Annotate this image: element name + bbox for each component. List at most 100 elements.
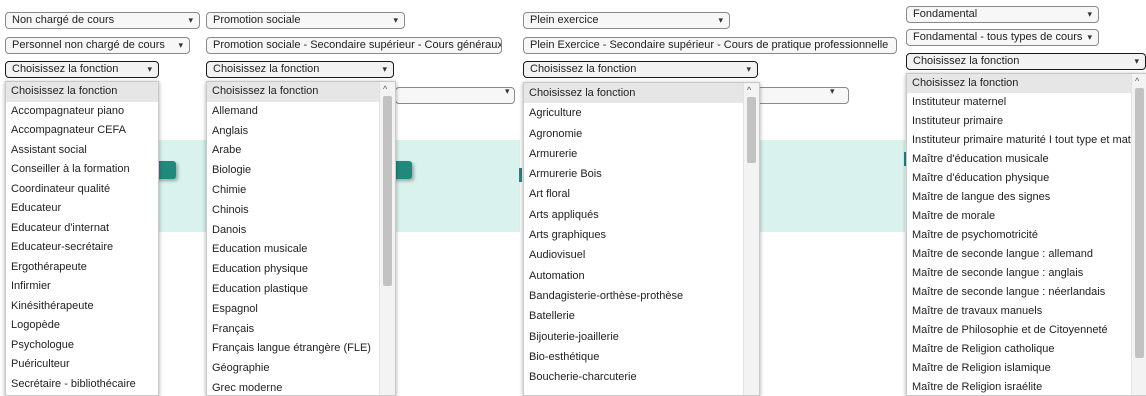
dropdown-option[interactable]: Chimie <box>207 181 395 201</box>
dropdown-option[interactable]: Accompagnateur piano <box>6 102 158 122</box>
dropdown-option[interactable]: Education musicale <box>207 240 395 260</box>
dropdown-option[interactable]: Maître d'éducation physique <box>907 169 1146 188</box>
dropdown-option[interactable]: Bijouterie-joaillerie <box>524 327 759 347</box>
dropdown-option[interactable]: Maître de morale <box>907 207 1146 226</box>
scrollbar-thumb[interactable] <box>1135 88 1144 358</box>
function-dropdown-list[interactable]: Choisissez la fonction Instituteur matern… <box>906 73 1146 396</box>
dropdown-option[interactable]: Secrétaire - bibliothécaire <box>6 375 158 395</box>
dropdown-option[interactable]: Bandagisterie-orthèse-prothèse <box>524 286 759 306</box>
dropdown-option[interactable]: Choisissez la fonction <box>207 82 395 102</box>
dropdown-option[interactable]: Choisissez la fonction <box>6 82 158 102</box>
dropdown-option[interactable]: Instituteur primaire <box>907 112 1146 131</box>
dropdown-option[interactable]: Maître de Religion islamique <box>907 359 1146 378</box>
dropdown-option[interactable]: Instituteur primaire maturité I tout typ… <box>907 131 1146 150</box>
dropdown-option[interactable]: Infirmier <box>6 277 158 297</box>
dropdown-option[interactable]: Maître de langue des signes <box>907 188 1146 207</box>
category-select[interactable]: Non chargé de cours ▾ <box>5 12 200 29</box>
dropdown-option[interactable]: Education plastique <box>207 280 395 300</box>
function-dropdown-list[interactable]: Choisissez la fonction Agriculture Agronom… <box>523 82 760 396</box>
hidden-select[interactable] <box>757 87 849 104</box>
dropdown-option[interactable]: Bio-esthétique <box>524 347 759 367</box>
dropdown-option[interactable]: Education physique <box>207 260 395 280</box>
dropdown-option[interactable]: Maître de Religion catholique <box>907 340 1146 359</box>
dropdown-option[interactable]: Maître de psychomotricité <box>907 226 1146 245</box>
dropdown-option[interactable]: Arts graphiques <box>524 225 759 245</box>
dropdown-option[interactable]: Espagnol <box>207 300 395 320</box>
dropdown-option[interactable]: Biologie <box>207 161 395 181</box>
dropdown-option[interactable]: Grec moderne <box>207 379 395 395</box>
dropdown-option[interactable]: Educateur <box>6 199 158 219</box>
dropdown-option[interactable]: Maître de Religion israélite <box>907 378 1146 395</box>
scroll-up-icon[interactable]: ^ <box>1135 76 1139 86</box>
dropdown-option[interactable]: Ergothérapeute <box>6 258 158 278</box>
dropdown-option[interactable]: Boucherie-charcuterie <box>524 367 759 387</box>
dropdown-option[interactable]: Agriculture <box>524 103 759 123</box>
dropdown-option[interactable]: Maître de Philosophie et de Citoyenneté <box>907 321 1146 340</box>
scroll-up-icon[interactable]: ^ <box>747 85 751 95</box>
dropdown-option[interactable]: Educateur d'internat <box>6 219 158 239</box>
chevron-down-icon: ▾ <box>746 64 751 74</box>
dropdown-option[interactable]: Conseiller à la formation <box>6 160 158 180</box>
dropdown-option[interactable]: Chinois <box>207 201 395 221</box>
dropdown-option[interactable]: Anglais <box>207 122 395 142</box>
function-select-value: Choisissez la fonction <box>213 63 320 75</box>
dropdown-option[interactable]: Maître de seconde langue : allemand <box>907 245 1146 264</box>
dropdown-option[interactable]: Logopède <box>6 316 158 336</box>
dropdown-option[interactable]: Armurerie <box>524 144 759 164</box>
scrollbar[interactable]: ^ <box>379 82 395 395</box>
dropdown-option[interactable]: Arabe <box>207 141 395 161</box>
dropdown-option[interactable]: Batellerie <box>524 306 759 326</box>
dropdown-option[interactable]: Allemand <box>207 102 395 122</box>
scroll-up-icon[interactable]: ^ <box>383 84 387 94</box>
scrollbar-thumb[interactable] <box>383 96 392 286</box>
subcategory-select-value: Plein Exercice - Secondaire supérieur - … <box>530 39 889 51</box>
dropdown-option[interactable]: Français langue étrangère (FLE) <box>207 339 395 359</box>
scrollbar-thumb[interactable] <box>747 97 756 163</box>
dropdown-option[interactable]: Instituteur maternel <box>907 93 1146 112</box>
chevron-down-icon: ▾ <box>178 40 183 50</box>
dropdown-option[interactable]: Géographie <box>207 359 395 379</box>
dropdown-option[interactable]: Puériculteur <box>6 355 158 375</box>
category-select[interactable]: Fondamental ▾ <box>906 6 1099 23</box>
function-select[interactable]: Choisissez la fonction ▾ <box>206 61 394 78</box>
dropdown-option[interactable]: Maître de travaux manuels <box>907 302 1146 321</box>
hidden-select[interactable] <box>395 87 515 104</box>
dropdown-option[interactable]: Assistant social <box>6 141 158 161</box>
dropdown-option[interactable]: Coordinateur qualité <box>6 180 158 200</box>
dropdown-option[interactable]: Kinésithérapeute <box>6 297 158 317</box>
dropdown-option[interactable]: Choisissez la fonction <box>907 74 1146 93</box>
subcategory-select[interactable]: Plein Exercice - Secondaire supérieur - … <box>523 37 897 54</box>
dropdown-option[interactable]: Maître de seconde langue : anglais <box>907 264 1146 283</box>
dropdown-option[interactable]: Audiovisuel <box>524 245 759 265</box>
scrollbar[interactable]: ^ <box>743 83 759 395</box>
dropdown-option[interactable]: Danois <box>207 221 395 241</box>
dropdown-option[interactable]: Educateur-secrétaire <box>6 238 158 258</box>
function-dropdown-list[interactable]: Choisissez la fonction Allemand Anglais Ara… <box>206 81 396 396</box>
chevron-down-icon: ▾ <box>1087 32 1092 42</box>
function-select[interactable]: Choisissez la fonction ▾ <box>5 61 159 78</box>
function-select[interactable]: Choisissez la fonction ▾ <box>523 61 758 78</box>
dropdown-option[interactable]: Agronomie <box>524 124 759 144</box>
category-select[interactable]: Promotion sociale ▾ <box>206 12 405 29</box>
dropdown-option[interactable]: Art floral <box>524 184 759 204</box>
category-select[interactable]: Plein exercice ▾ <box>523 12 730 29</box>
scrollbar[interactable]: ^ <box>1131 74 1146 395</box>
dropdown-option[interactable]: Français <box>207 320 395 340</box>
dropdown-option[interactable]: Armurerie Bois <box>524 164 759 184</box>
category-select-value: Promotion sociale <box>213 14 301 26</box>
category-select-value: Fondamental <box>913 8 978 20</box>
function-select[interactable]: Choisissez la fonction ▾ <box>906 53 1146 70</box>
subcategory-select-value: Fondamental - tous types de cours <box>913 31 1083 43</box>
dropdown-option[interactable]: Maître de seconde langue : néerlandais <box>907 283 1146 302</box>
dropdown-option[interactable]: Accompagnateur CEFA <box>6 121 158 141</box>
function-dropdown-list[interactable]: Choisissez la fonction Accompagnateur pia… <box>5 81 159 396</box>
dropdown-option[interactable]: Psychologue <box>6 336 158 356</box>
dropdown-option[interactable]: Maître d'éducation musicale <box>907 150 1146 169</box>
dropdown-option[interactable]: Automation <box>524 266 759 286</box>
subcategory-select[interactable]: Fondamental - tous types de cours ▾ <box>906 29 1099 46</box>
subcategory-select[interactable]: Promotion sociale - Secondaire supérieur… <box>206 37 502 54</box>
dropdown-option[interactable]: Choisissez la fonction <box>524 83 759 104</box>
subcategory-select[interactable]: Personnel non chargé de cours ▾ <box>5 37 190 54</box>
dropdown-option[interactable]: Arts appliqués <box>524 205 759 225</box>
teal-marker <box>519 168 522 182</box>
